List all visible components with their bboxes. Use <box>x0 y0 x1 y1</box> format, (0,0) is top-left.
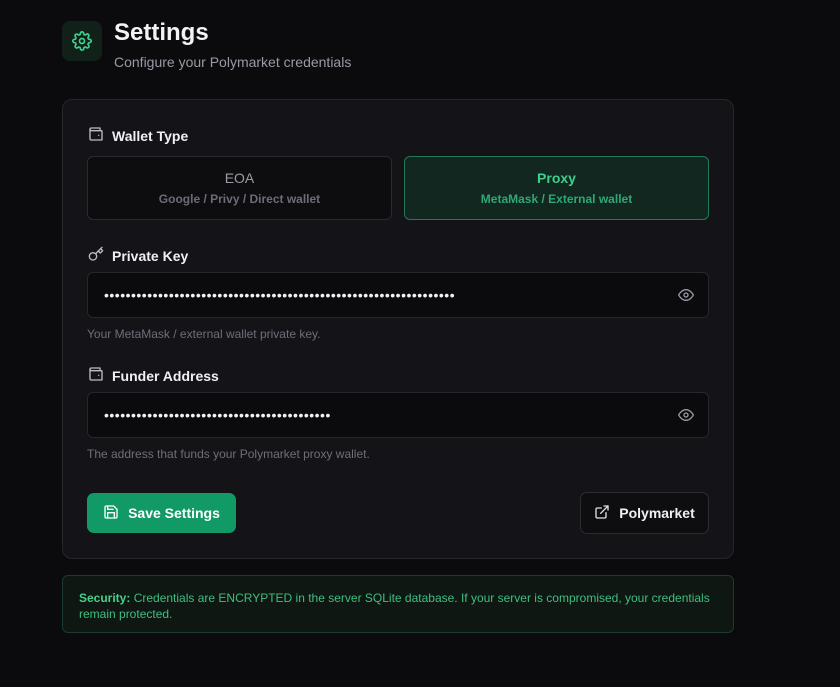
gear-icon <box>62 21 102 61</box>
funder-address-input[interactable]: ••••••••••••••••••••••••••••••••••••••••… <box>87 392 709 438</box>
private-key-hint: Your MetaMask / external wallet private … <box>87 327 321 341</box>
save-icon <box>103 504 128 523</box>
funder-address-value: ••••••••••••••••••••••••••••••••••••••••… <box>104 407 331 423</box>
security-notice-label: Security: <box>79 591 131 605</box>
wallet-option-subtitle: Google / Privy / Direct wallet <box>158 192 321 206</box>
security-notice: Security: Credentials are ENCRYPTED in t… <box>62 575 734 633</box>
page-subtitle: Configure your Polymarket credentials <box>114 54 352 70</box>
private-key-input[interactable]: ••••••••••••••••••••••••••••••••••••••••… <box>87 272 709 318</box>
wallet-icon <box>88 366 112 385</box>
private-key-label: Private Key <box>88 246 188 265</box>
eye-icon[interactable] <box>678 287 694 303</box>
funder-address-label: Funder Address <box>88 366 219 385</box>
key-icon <box>88 246 112 265</box>
save-settings-button[interactable]: Save Settings <box>87 493 236 533</box>
wallet-type-label: Wallet Type <box>88 126 188 145</box>
security-notice-text: Credentials are ENCRYPTED in the server … <box>79 591 710 621</box>
wallet-option-title: EOA <box>224 170 255 186</box>
funder-address-hint: The address that funds your Polymarket p… <box>87 447 370 461</box>
settings-card: Wallet Type EOA Google / Privy / Direct … <box>62 99 734 559</box>
wallet-option-title: Proxy <box>537 170 576 186</box>
polymarket-link-button[interactable]: Polymarket <box>580 492 709 534</box>
external-link-icon <box>594 504 619 523</box>
wallet-option-eoa[interactable]: EOA Google / Privy / Direct wallet <box>87 156 392 220</box>
wallet-icon <box>88 126 112 145</box>
page-title: Settings <box>114 19 209 46</box>
wallet-option-proxy[interactable]: Proxy MetaMask / External wallet <box>404 156 709 220</box>
wallet-option-subtitle: MetaMask / External wallet <box>480 192 633 206</box>
eye-icon[interactable] <box>678 407 694 423</box>
page-header: Settings Configure your Polymarket crede… <box>62 21 351 70</box>
private-key-value: ••••••••••••••••••••••••••••••••••••••••… <box>104 287 456 303</box>
